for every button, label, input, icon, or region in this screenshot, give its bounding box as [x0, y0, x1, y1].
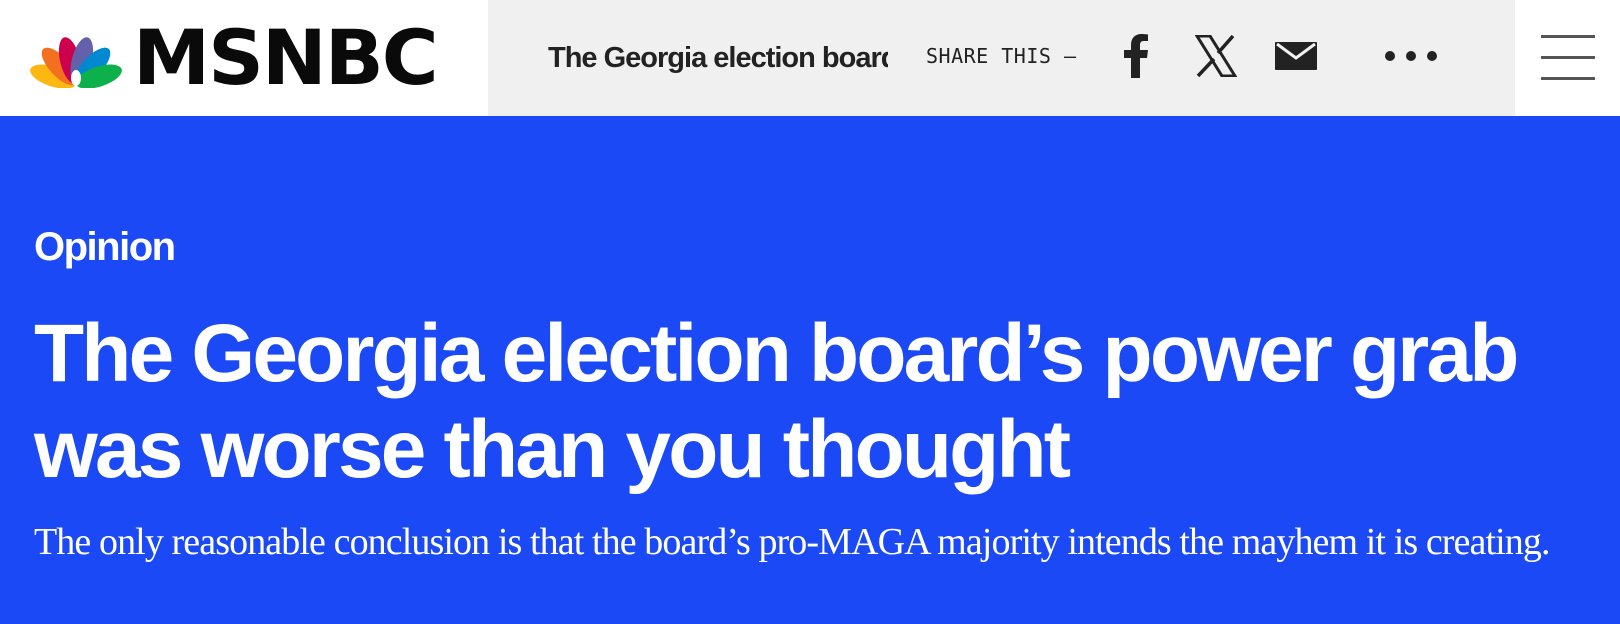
section-label[interactable]: Opinion [34, 227, 176, 267]
share-bar: The Georgia election board SHARE THIS — [488, 0, 1515, 116]
brand-wordmark: MSNBC [133, 13, 439, 102]
facebook-icon[interactable] [1108, 28, 1164, 84]
sticky-story-title: The Georgia election board [548, 42, 888, 74]
hamburger-menu-icon [1540, 35, 1595, 80]
article-hero: Opinion The Georgia election board’s pow… [0, 116, 1620, 624]
share-label: SHARE THIS — [926, 44, 1077, 68]
more-icon[interactable] [1383, 28, 1439, 84]
email-icon[interactable] [1268, 28, 1324, 84]
msnbc-logo[interactable]: MSNBC [0, 0, 488, 116]
article-headline: The Georgia election board’s power grab … [34, 308, 1519, 495]
top-navigation-bar: MSNBC The Georgia election board SHARE T… [0, 0, 1620, 116]
menu-button[interactable] [1515, 0, 1620, 116]
x-icon[interactable] [1188, 28, 1244, 84]
article-dek: The only reasonable conclusion is that t… [34, 521, 1551, 563]
nbc-peacock-icon [30, 37, 122, 88]
